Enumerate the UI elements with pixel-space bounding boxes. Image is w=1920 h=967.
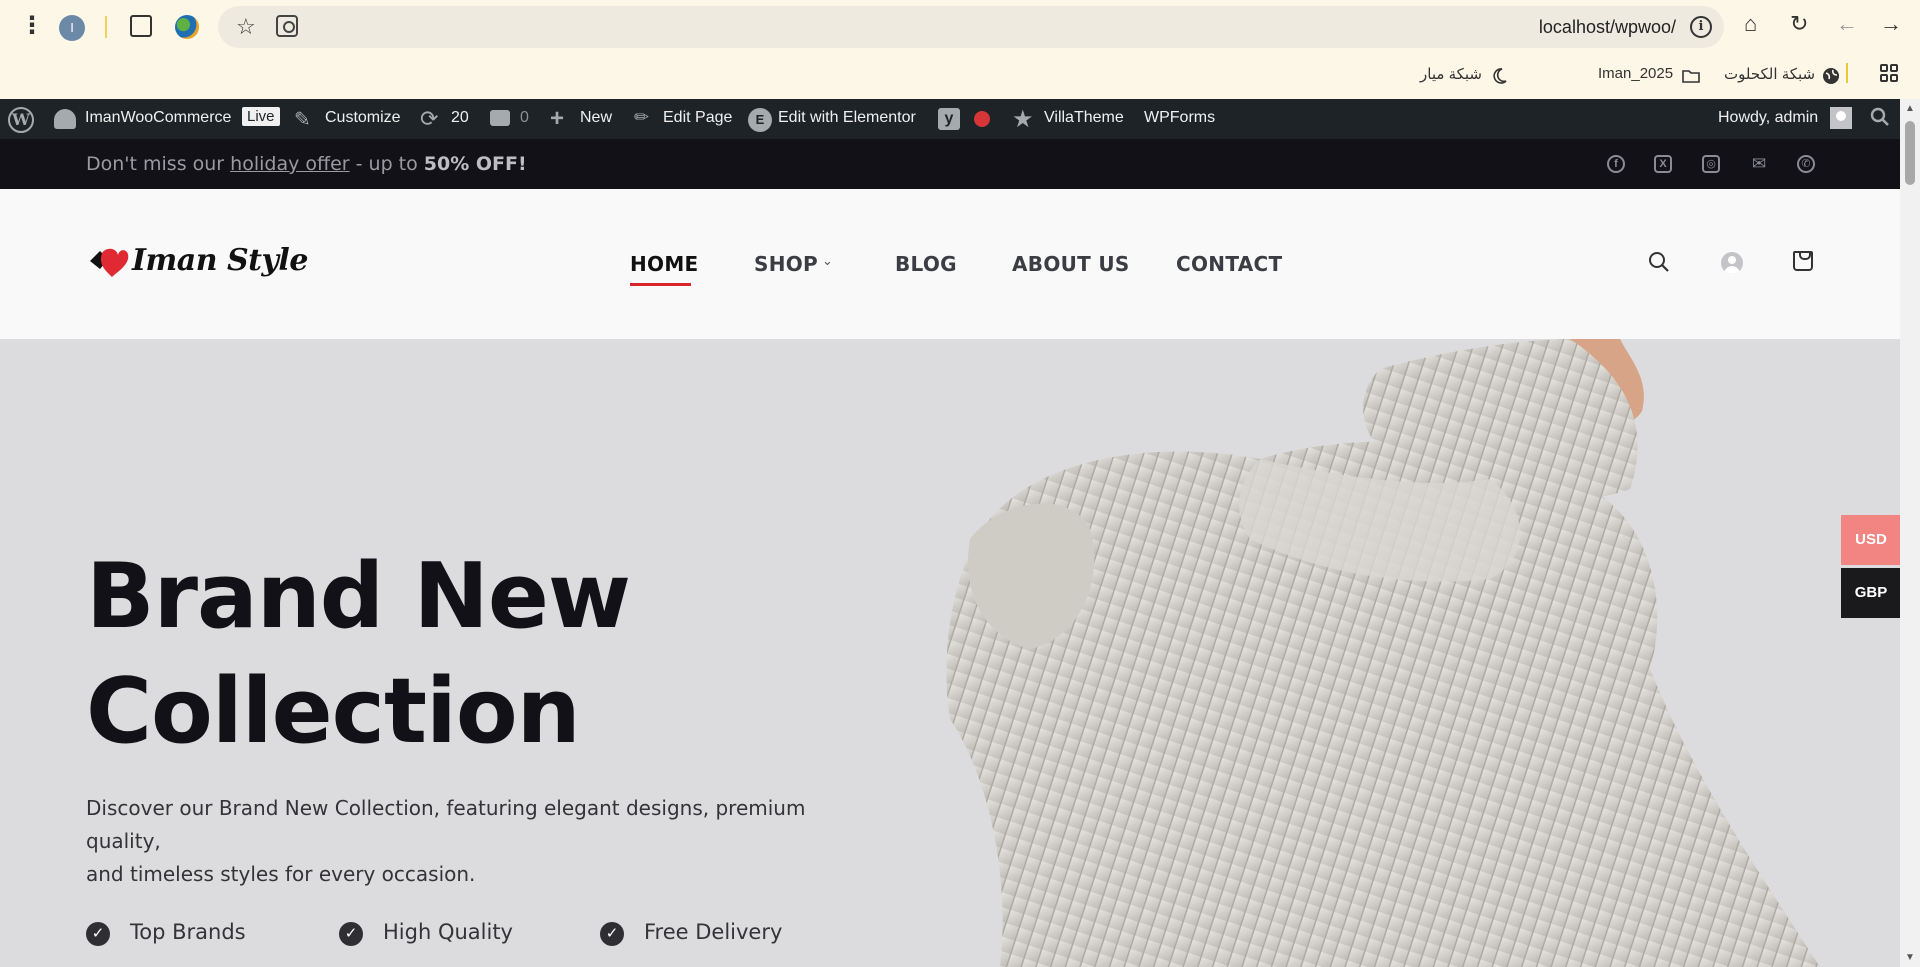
chevron-down-icon[interactable]: ⌄ (822, 253, 833, 269)
villatheme-link[interactable]: VillaTheme (1044, 109, 1124, 127)
promo-middle: - up to (349, 153, 424, 175)
logo-text[interactable]: Iman Style (132, 243, 308, 278)
browser-menu-icon[interactable]: ⋮ (20, 14, 44, 38)
sweater-model-image (946, 339, 1820, 967)
toolbar-divider (105, 16, 107, 38)
scroll-down-arrow-icon[interactable]: ▼ (1905, 952, 1915, 963)
checkmark-icon: ✓ (600, 922, 624, 946)
updates-icon[interactable]: ⟳ (420, 106, 438, 132)
address-bar[interactable]: ☆ localhost/wpwoo/ i (218, 6, 1724, 48)
scrollbar-thumb[interactable] (1905, 121, 1915, 185)
yoast-icon[interactable]: y (938, 108, 960, 130)
bookmark-kahlout[interactable]: شبكة الكحلوت (1724, 65, 1815, 83)
hero-section: Brand New Collection Discover our Brand … (0, 339, 1900, 967)
extensions-icon[interactable] (130, 15, 152, 37)
promo-highlight: 50% OFF! (423, 153, 527, 175)
email-icon[interactable]: ✉ (1750, 155, 1768, 173)
hero-title-line-2: Collection (86, 659, 581, 764)
nav-home[interactable]: HOME (630, 252, 699, 276)
page-scrollbar[interactable]: ▲ ▼ (1900, 99, 1920, 967)
folder-icon (1682, 67, 1700, 85)
bookmark-iman-2025[interactable]: Iman_2025 (1598, 65, 1673, 82)
reload-icon[interactable]: ↻ (1790, 13, 1808, 35)
site-info-icon[interactable]: i (1690, 16, 1712, 38)
edit-page-link[interactable]: Edit Page (663, 109, 732, 127)
account-user-icon[interactable] (1721, 252, 1743, 274)
cart-bag-icon[interactable] (1793, 251, 1813, 271)
nav-shop[interactable]: SHOP (754, 252, 818, 276)
bookmarks-bar: شبكة ميار Iman_2025 شبكة الكحلوت (0, 55, 1920, 99)
customize-brush-icon[interactable]: ✎ (294, 107, 311, 132)
x-icon[interactable]: X (1654, 155, 1672, 173)
comments-icon[interactable] (490, 110, 510, 126)
checkmark-icon: ✓ (86, 922, 110, 946)
admin-avatar[interactable] (1830, 107, 1852, 129)
wp-admin-bar: W ImanWooCommerce Live ✎ Customize ⟳ 20 … (0, 99, 1900, 139)
back-arrow-icon[interactable]: ← (1836, 13, 1858, 35)
bookmark-star-icon[interactable]: ☆ (236, 14, 256, 40)
hero-title: Brand New Collection (86, 539, 631, 769)
phone-icon[interactable]: ✆ (1797, 155, 1815, 173)
website-page: Don't miss our holiday offer - up to 50%… (0, 139, 1900, 967)
globe-extension-icon[interactable] (175, 15, 199, 39)
bookmarks-divider (1846, 63, 1848, 83)
logo-mark-icon[interactable] (88, 247, 130, 277)
pencil-icon[interactable]: ✏ (634, 107, 649, 128)
browser-toolbar: ⋮ I ☆ localhost/wpwoo/ i ⌂ ↻ ← → (0, 0, 1920, 55)
search-icon[interactable] (1648, 251, 1670, 273)
facebook-icon[interactable]: f (1607, 155, 1625, 173)
star-icon[interactable]: ★ (1012, 105, 1034, 134)
moon-icon (1490, 67, 1508, 85)
comments-count[interactable]: 0 (520, 109, 529, 127)
apps-grid-icon[interactable] (1880, 64, 1898, 82)
wordpress-logo-icon[interactable]: W (8, 107, 34, 133)
site-header: Iman Style HOME SHOP ⌄ BLOG ABOUT US CON… (0, 189, 1900, 339)
customize-link[interactable]: Customize (325, 109, 401, 127)
feature-label: Top Brands (130, 920, 246, 944)
holiday-offer-link[interactable]: holiday offer (230, 153, 349, 175)
cast-icon[interactable] (276, 15, 298, 37)
profile-avatar[interactable]: I (59, 15, 85, 41)
howdy-account-link[interactable]: Howdy, admin (1718, 109, 1818, 127)
edit-with-elementor-link[interactable]: Edit with Elementor (778, 109, 916, 127)
live-badge: Live (242, 107, 280, 126)
nav-blog[interactable]: BLOG (895, 252, 957, 276)
hero-title-line-1: Brand New (86, 544, 631, 649)
currency-gbp[interactable]: GBP (1841, 568, 1900, 618)
nav-contact[interactable]: CONTACT (1176, 252, 1282, 276)
promo-text: Don't miss our holiday offer - up to 50%… (86, 153, 527, 175)
instagram-icon[interactable]: ◎ (1702, 155, 1720, 173)
feature-label: Free Delivery (644, 920, 783, 944)
dashboard-gauge-icon[interactable] (54, 109, 76, 129)
admin-search-icon[interactable] (1870, 107, 1890, 133)
seo-status-dot[interactable] (974, 111, 990, 127)
promo-prefix: Don't miss our (86, 153, 231, 175)
nav-about-us[interactable]: ABOUT US (1012, 252, 1130, 276)
scroll-up-arrow-icon[interactable]: ▲ (1905, 103, 1915, 114)
hero-description: Discover our Brand New Collection, featu… (86, 792, 886, 891)
url-text[interactable]: localhost/wpwoo/ (1539, 17, 1676, 38)
wpforms-link[interactable]: WPForms (1144, 109, 1215, 127)
promo-topbar: Don't miss our holiday offer - up to 50%… (0, 139, 1900, 189)
bookmark-mayar[interactable]: شبكة ميار (1420, 65, 1490, 83)
nav-active-indicator (630, 283, 691, 286)
globe-icon (1822, 67, 1840, 85)
currency-usd[interactable]: USD (1841, 515, 1900, 565)
new-content-link[interactable]: New (580, 109, 612, 127)
plus-icon[interactable]: + (550, 105, 564, 133)
checkmark-icon: ✓ (339, 922, 363, 946)
elementor-icon[interactable]: E (748, 108, 772, 132)
site-name-link[interactable]: ImanWooCommerce (85, 109, 231, 127)
hero-description-line-1: Discover our Brand New Collection, featu… (86, 796, 806, 853)
updates-count[interactable]: 20 (451, 109, 469, 127)
forward-arrow-icon[interactable]: → (1880, 13, 1902, 35)
feature-label: High Quality (383, 920, 513, 944)
hero-description-line-2: and timeless styles for every occasion. (86, 862, 476, 886)
home-icon[interactable]: ⌂ (1744, 13, 1757, 35)
